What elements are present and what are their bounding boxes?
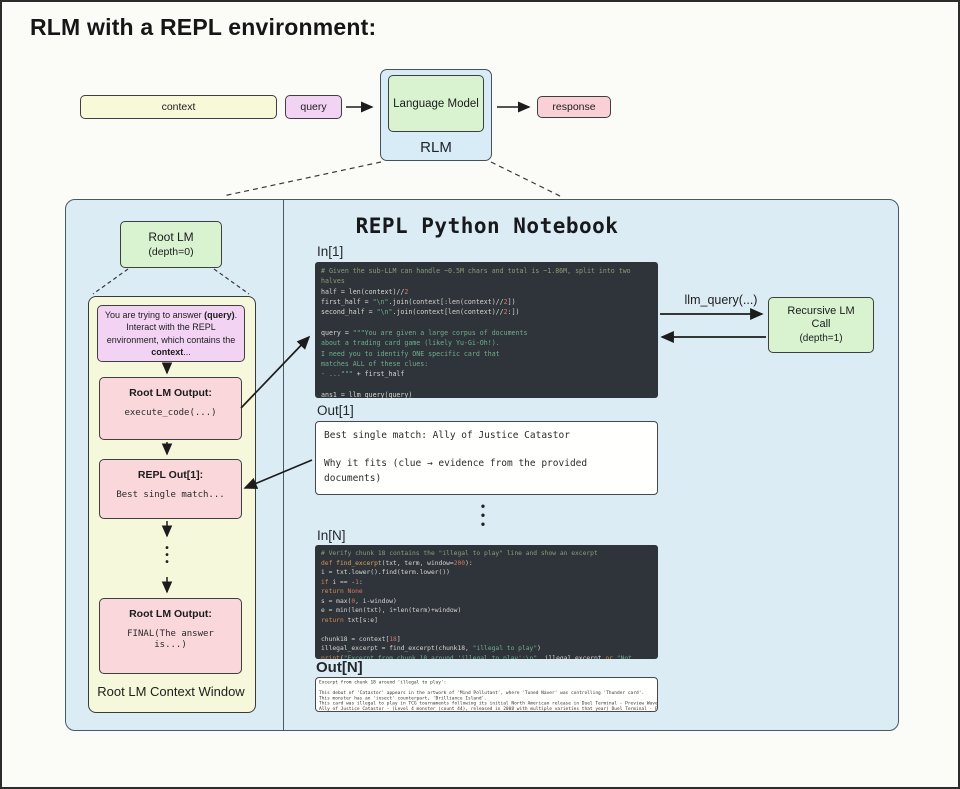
repl-out-title: REPL Out[1]: bbox=[138, 469, 203, 481]
response-label: response bbox=[552, 101, 595, 113]
query-label: query bbox=[300, 101, 326, 113]
prompt-text: You are trying to answer (query). Intera… bbox=[101, 309, 241, 359]
language-model-label: Language Model bbox=[393, 97, 479, 111]
root-lm-output-title: Root LM Output: bbox=[129, 387, 212, 399]
repl-out-code: Best single match... bbox=[116, 490, 224, 501]
in1-label: In[1] bbox=[317, 244, 343, 259]
context-label: context bbox=[162, 101, 196, 113]
prompt-box: You are trying to answer (query). Intera… bbox=[97, 305, 245, 362]
root-lm-title: Root LM bbox=[148, 230, 193, 245]
out1-output-block: Best single match: Ally of Justice Catas… bbox=[315, 421, 658, 495]
llm-query-label: llm_query(...) bbox=[676, 293, 766, 307]
out1-label: Out[1] bbox=[317, 403, 354, 418]
rlm-label: RLM bbox=[380, 139, 492, 156]
context-box: context bbox=[80, 95, 277, 119]
root-lm-depth: (depth=0) bbox=[148, 245, 193, 260]
page-title: RLM with a REPL environment: bbox=[30, 14, 376, 41]
recursive-lm-line1: Recursive LM bbox=[787, 305, 854, 319]
panel-divider bbox=[283, 199, 284, 731]
root-lm-output-box: Root LM Output: execute_code(...) bbox=[99, 377, 242, 440]
outN-text: Excerpt from chunk 18 around 'illegal to… bbox=[319, 680, 654, 712]
recursive-lm-line2: Call bbox=[812, 318, 831, 332]
in1-code-block: # Given the sub-LLM can handle ~0.5M cha… bbox=[315, 262, 658, 398]
notebook-ellipsis: ••• bbox=[476, 502, 490, 529]
final-output-title: Root LM Output: bbox=[129, 608, 212, 620]
response-box: response bbox=[537, 96, 611, 118]
outN-output-block: Excerpt from chunk 18 around 'illegal to… bbox=[315, 677, 658, 712]
root-lm-output-code: execute_code(...) bbox=[124, 408, 216, 419]
notebook-title: REPL Python Notebook bbox=[300, 214, 674, 238]
left-ellipsis: ••• bbox=[160, 545, 174, 566]
root-lm-box: Root LM (depth=0) bbox=[120, 221, 222, 268]
language-model-box: Language Model bbox=[388, 75, 484, 132]
query-box: query bbox=[285, 95, 342, 119]
final-output-code: FINAL(The answeris...) bbox=[127, 629, 214, 651]
dashed-rlm-left bbox=[223, 162, 381, 196]
repl-out-box: REPL Out[1]: Best single match... bbox=[99, 459, 242, 519]
final-output-box: Root LM Output: FINAL(The answeris...) bbox=[99, 598, 242, 674]
dashed-rlm-right bbox=[491, 162, 562, 197]
recursive-lm-depth: (depth=1) bbox=[799, 332, 842, 346]
context-window-label: Root LM Context Window bbox=[88, 684, 254, 699]
inN-label: In[N] bbox=[317, 528, 346, 543]
outN-label: Out[N] bbox=[316, 659, 363, 676]
inN-code-block: # Verify chunk 18 contains the "illegal … bbox=[315, 545, 658, 659]
recursive-lm-call-box: Recursive LM Call (depth=1) bbox=[768, 297, 874, 353]
